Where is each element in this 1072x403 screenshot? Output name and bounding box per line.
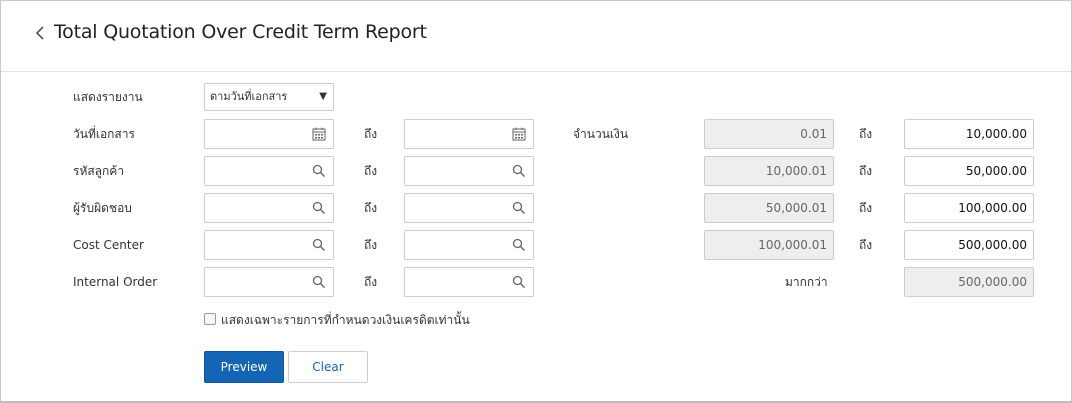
search-icon[interactable] [512,201,526,215]
search-icon[interactable] [512,238,526,252]
internal-order-label: Internal Order [73,275,158,289]
internal-order-from-input[interactable] [204,267,334,297]
search-icon[interactable] [312,238,326,252]
preview-button[interactable]: Preview [204,351,284,383]
document-date-to-input[interactable] [404,119,534,149]
responsible-person-from-input[interactable] [204,193,334,223]
search-icon[interactable] [512,164,526,178]
cost-center-to-input[interactable] [404,230,534,260]
customer-code-label: รหัสลูกค้า [73,164,125,178]
to-label: ถึง [364,238,378,252]
page-header: Total Quotation Over Credit Term Report [1,1,1071,72]
amount-range-from: 50,000.01 [704,193,834,223]
to-label: ถึง [364,201,378,215]
report-by-label: แสดงรายงาน [73,90,143,104]
to-label: ถึง [364,164,378,178]
report-by-value: ตามวันที่เอกสาร [210,90,288,103]
amount-range-from: 10,000.01 [704,156,834,186]
customer-code-from-input[interactable] [204,156,334,186]
calendar-icon[interactable] [512,127,526,141]
to-label: ถึง [859,164,873,178]
to-label: ถึง [859,201,873,215]
more-than-label: มากกว่า [785,275,828,289]
back-button[interactable] [31,23,49,43]
to-label: ถึง [364,275,378,289]
clear-button[interactable]: Clear [288,351,368,383]
cost-center-label: Cost Center [73,238,144,252]
chevron-left-icon [35,26,44,40]
document-date-from-input[interactable] [204,119,334,149]
search-icon[interactable] [512,275,526,289]
credit-limit-only-label[interactable]: แสดงเฉพาะรายการที่กำหนดวงเงินเครดิตเท่าน… [221,312,470,328]
to-label: ถึง [364,127,378,141]
more-than-value: 500,000.00 [904,267,1034,297]
responsible-person-label: ผู้รับผิดชอบ [73,201,132,215]
amount-label: จำนวนเงิน [573,127,629,141]
search-icon[interactable] [312,201,326,215]
amount-range-from: 0.01 [704,119,834,149]
report-by-select[interactable]: ตามวันที่เอกสาร ▼ [204,83,334,111]
dropdown-caret-icon: ▼ [319,91,327,102]
amount-range-to-input[interactable]: 10,000.00 [904,119,1034,149]
credit-limit-only-checkbox[interactable] [204,313,216,325]
amount-range-from: 100,000.01 [704,230,834,260]
document-date-label: วันที่เอกสาร [73,127,135,141]
report-window: Total Quotation Over Credit Term Report … [0,0,1072,403]
amount-range-to-input[interactable]: 500,000.00 [904,230,1034,260]
search-icon[interactable] [312,275,326,289]
page-title: Total Quotation Over Credit Term Report [54,21,427,43]
to-label: ถึง [859,238,873,252]
calendar-icon[interactable] [312,127,326,141]
amount-range-to-input[interactable]: 100,000.00 [904,193,1034,223]
responsible-person-to-input[interactable] [404,193,534,223]
amount-range-to-input[interactable]: 50,000.00 [904,156,1034,186]
customer-code-to-input[interactable] [404,156,534,186]
to-label: ถึง [859,127,873,141]
search-icon[interactable] [312,164,326,178]
internal-order-to-input[interactable] [404,267,534,297]
cost-center-from-input[interactable] [204,230,334,260]
